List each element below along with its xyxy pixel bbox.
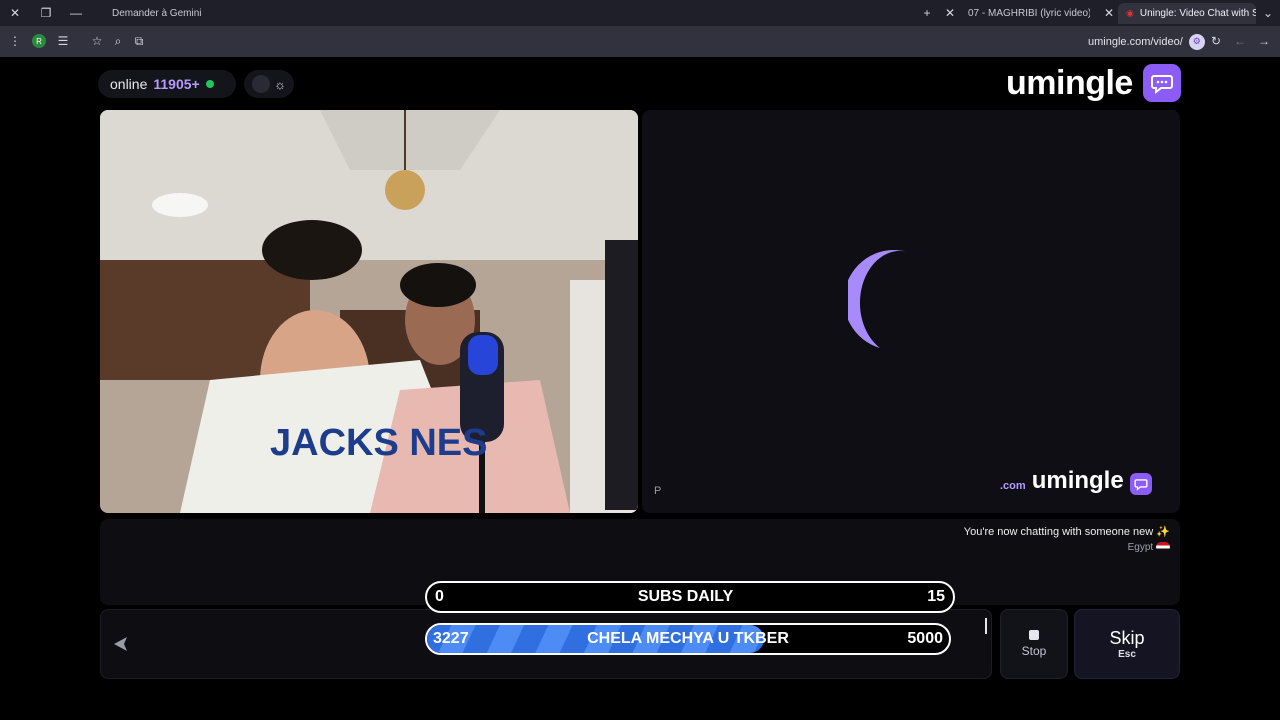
- goal-target: 5000: [907, 630, 943, 647]
- new-tab-icon[interactable]: +: [918, 4, 936, 22]
- loading-spinner-icon: [848, 250, 908, 348]
- report-flag-icon[interactable]: P: [654, 485, 661, 497]
- stop-label: Stop: [1021, 644, 1047, 658]
- watermark-text: umingle: [1031, 467, 1124, 494]
- restore-window-icon[interactable]: ❐: [37, 4, 55, 22]
- close-tab-icon[interactable]: ✕: [941, 4, 959, 22]
- chat-bubble-icon: [1142, 64, 1181, 102]
- theme-toggle-knob: [252, 75, 270, 93]
- remote-video-panel: P .com umingle: [642, 110, 1180, 513]
- tab-youtube[interactable]: 07 - MAGHRIBI (lyric video): [960, 3, 1090, 24]
- browser-tab-bar: ✕ ❐ — Demander à Gemini ✦ + ✕ 07 - MAGHR…: [0, 0, 1280, 26]
- tab-label: Uningle: Video Chat with S: [1139, 8, 1256, 19]
- reload-icon[interactable]: ↻: [1207, 32, 1225, 50]
- logo-text: umingle: [1006, 63, 1133, 102]
- send-icon[interactable]: [111, 634, 131, 654]
- url-field[interactable]: umingle.com/video/ ⚙: [1088, 32, 1205, 51]
- reading-list-icon[interactable]: ☰: [54, 32, 72, 50]
- sun-icon: ☼: [274, 76, 286, 92]
- online-count: 11905+: [153, 76, 200, 92]
- zoom-icon[interactable]: ⌕: [109, 32, 127, 50]
- theme-toggle[interactable]: ☼: [244, 70, 294, 98]
- watermark-suffix: .com: [1000, 480, 1026, 492]
- menu-dots-icon[interactable]: ⋮: [6, 32, 24, 50]
- extension-icon[interactable]: R: [30, 32, 48, 50]
- online-counter: online 11905+: [98, 70, 236, 98]
- country-name: Egypt: [1127, 542, 1154, 553]
- chat-bubble-icon: [1129, 473, 1152, 495]
- svg-text:JACKS NES: JACKS NES: [270, 422, 488, 464]
- close-tab-icon[interactable]: ✕: [1100, 4, 1118, 22]
- subs-right-value: 15: [927, 588, 945, 605]
- browser-toolbar: ⋮ R ☰ ☆ ⌕ ⧉ umingle.com/video/ ⚙ ↻ ← →: [0, 26, 1280, 57]
- tab-label: Demander à Gemini: [112, 8, 202, 19]
- online-status-dot: [205, 80, 214, 88]
- subs-title: SUBS DAILY: [637, 588, 734, 605]
- tab-label: 07 - MAGHRIBI (lyric video): [968, 8, 1090, 19]
- system-message: You're now chatting with someone new ✨ E…: [950, 525, 1170, 553]
- url-text: umingle.com/video/: [1088, 35, 1183, 48]
- stop-button[interactable]: Stop: [1000, 609, 1068, 679]
- site-info-icon[interactable]: ⚙: [1188, 33, 1205, 50]
- tab-gemini[interactable]: Demander à Gemini ✦: [104, 3, 208, 24]
- skip-button[interactable]: Skip Esc: [1074, 609, 1180, 679]
- skip-label: Skip: [1109, 628, 1145, 648]
- bookmark-star-icon[interactable]: ☆: [88, 32, 106, 50]
- partner-country: Egypt: [950, 542, 1170, 553]
- subs-daily-overlay: 0 SUBS DAILY 15: [425, 581, 955, 613]
- umingle-logo[interactable]: umingle: [1006, 63, 1181, 103]
- subs-left-value: 0: [435, 588, 444, 605]
- egypt-flag-icon: [1156, 542, 1170, 553]
- tab-umingle[interactable]: ◉ Uningle: Video Chat with S: [1118, 3, 1256, 24]
- goal-progress-overlay: 3227 CHELA MECHYA U TKBER 5000: [425, 623, 951, 655]
- back-icon[interactable]: →: [1255, 32, 1273, 50]
- stop-icon: [1029, 630, 1039, 640]
- page: online 11905+ ☼ umingle JACKS NES P .com…: [0, 57, 1280, 720]
- goal-current: 3227: [433, 630, 469, 647]
- text-caret: [985, 618, 987, 634]
- skip-shortcut: Esc: [1118, 649, 1136, 660]
- webcam-image: JACKS NES: [100, 110, 638, 513]
- message-text: You're now chatting with someone new: [963, 526, 1154, 538]
- translate-icon[interactable]: ⧉: [130, 32, 148, 50]
- gemini-icon: ✦: [207, 8, 208, 19]
- tab-list-chevron-icon[interactable]: ⌄: [1259, 4, 1277, 22]
- online-label: online: [110, 76, 148, 92]
- video-watermark: .com umingle: [1000, 467, 1152, 495]
- sparkle-icon: ✨: [1156, 526, 1170, 538]
- minimize-window-icon[interactable]: —: [67, 4, 85, 22]
- goal-title: CHELA MECHYA U TKBER: [587, 630, 789, 647]
- close-window-icon[interactable]: ✕: [6, 4, 24, 22]
- local-video-feed: JACKS NES: [100, 110, 638, 513]
- recording-icon: ◉: [1126, 8, 1134, 18]
- forward-icon[interactable]: ←: [1231, 32, 1249, 50]
